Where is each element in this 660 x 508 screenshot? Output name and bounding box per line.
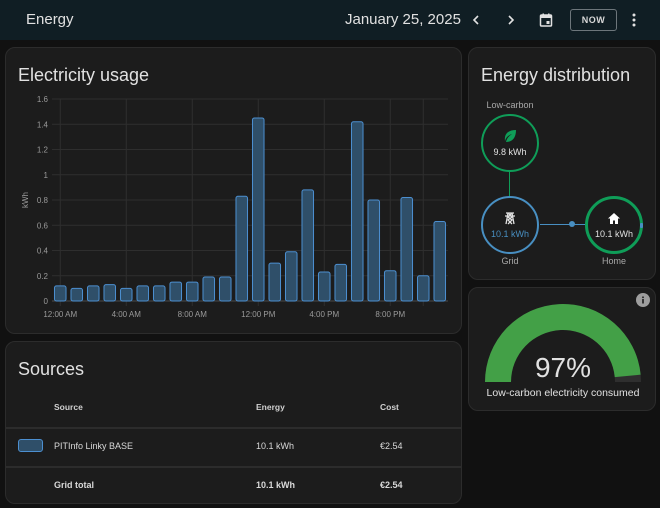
sources-card: Sources Source Energy Cost PITInfo Linky… <box>5 341 462 504</box>
column-header-energy: Energy <box>256 402 285 412</box>
grid-label: Grid <box>501 256 519 266</box>
home-icon <box>608 212 620 224</box>
usage-bar <box>433 220 447 302</box>
column-header-cost: Cost <box>380 402 399 412</box>
usage-bar <box>218 276 232 302</box>
x-tick-label: 4:00 AM <box>112 310 142 319</box>
transmission-tower-icon <box>505 212 515 225</box>
leaf-icon <box>504 130 516 142</box>
source-energy: 10.1 kWh <box>256 441 295 451</box>
table-row: PITInfo Linky BASE 10.1 kWh €2.54 <box>6 439 461 455</box>
low-carbon-to-grid-line <box>509 172 510 196</box>
gauge-caption: Low-carbon electricity consumed <box>486 387 640 399</box>
page-title: Energy <box>26 11 74 28</box>
usage-bar <box>416 275 430 302</box>
top-app-bar: Energy January 25, 2025 NOW <box>0 0 660 40</box>
sources-table-header: Source Energy Cost <box>6 402 461 416</box>
grid-node[interactable]: 10.1 kWh <box>481 196 539 254</box>
electricity-usage-title: Electricity usage <box>18 65 150 85</box>
x-tick-label: 4:00 PM <box>309 310 339 319</box>
calendar-button[interactable] <box>536 10 556 30</box>
table-divider <box>6 466 461 468</box>
low-carbon-node[interactable]: 9.8 kWh <box>481 114 539 172</box>
home-node[interactable]: 10.1 kWh <box>585 196 643 254</box>
usage-bar <box>185 281 199 302</box>
home-grid-share-arc <box>640 223 643 228</box>
y-tick-label: 0 <box>44 297 49 306</box>
x-tick-label: 12:00 AM <box>43 310 77 319</box>
y-tick-label: 1 <box>44 171 49 180</box>
y-tick-label: 0.2 <box>37 272 49 281</box>
y-tick-label: 1.2 <box>37 146 49 155</box>
y-axis-title: kWh <box>21 192 30 208</box>
usage-bar <box>367 199 381 302</box>
y-tick-label: 0.8 <box>37 196 49 205</box>
source-color-swatch[interactable] <box>18 439 43 452</box>
now-button[interactable]: NOW <box>570 9 617 31</box>
x-tick-label: 8:00 AM <box>178 310 208 319</box>
chevron-right-icon <box>508 15 515 25</box>
column-header-source: Source <box>54 402 83 412</box>
usage-bar <box>301 189 315 302</box>
table-total-row: Grid total 10.1 kWh €2.54 <box>6 480 461 494</box>
usage-bar <box>152 285 166 302</box>
x-tick-label: 8:00 PM <box>375 310 405 319</box>
usage-bar <box>53 285 67 302</box>
usage-bar <box>119 287 133 302</box>
calendar-icon <box>539 13 553 27</box>
usage-bar <box>103 284 117 302</box>
total-label: Grid total <box>54 480 94 490</box>
usage-bar <box>400 196 414 302</box>
usage-bar <box>136 285 150 302</box>
chevron-left-icon <box>472 15 479 25</box>
y-tick-label: 1.4 <box>37 120 49 129</box>
energy-distribution-card: Energy distribution Low-carbon 9.8 kWh 1… <box>468 47 656 280</box>
total-energy: 10.1 kWh <box>256 480 296 490</box>
source-cost: €2.54 <box>380 441 403 451</box>
sources-title: Sources <box>18 359 85 379</box>
flow-dot <box>569 221 575 227</box>
usage-bar <box>202 276 216 302</box>
usage-bar <box>334 263 348 302</box>
usage-bar <box>235 195 249 302</box>
usage-bar <box>383 270 397 302</box>
usage-bar <box>350 121 364 302</box>
usage-bar <box>70 287 84 302</box>
more-options-button[interactable] <box>624 10 644 30</box>
x-tick-label: 12:00 PM <box>241 310 276 319</box>
more-vert-icon <box>632 13 636 27</box>
next-day-button[interactable] <box>501 10 521 30</box>
previous-day-button[interactable] <box>466 10 486 30</box>
home-value: 10.1 kWh <box>594 228 634 239</box>
grid-to-home-line <box>540 224 586 225</box>
usage-bar <box>317 271 331 302</box>
energy-distribution-title: Energy distribution <box>481 65 631 85</box>
usage-bar <box>251 117 265 302</box>
usage-bar <box>86 285 100 302</box>
usage-bar-chart: 0 0.2 0.4 0.6 0.8 1 1.2 1.4 1.6 kWh 12:00 AM 4:00 A… <box>21 95 448 319</box>
low-carbon-gauge-card: 97% Low-carbon electricity consumed <box>468 287 656 411</box>
gauge-value: 97% <box>534 352 592 383</box>
table-divider <box>6 427 461 429</box>
y-tick-label: 0.4 <box>37 247 49 256</box>
y-tick-label: 1.6 <box>37 95 49 104</box>
source-name: PITInfo Linky BASE <box>54 441 134 451</box>
low-carbon-label: Low-carbon <box>486 100 534 110</box>
total-cost: €2.54 <box>380 480 403 490</box>
grid-value: 10.1 kWh <box>490 229 530 239</box>
usage-bar <box>284 251 298 302</box>
usage-bar <box>268 262 282 302</box>
usage-bar <box>169 281 183 302</box>
current-date: January 25, 2025 <box>345 11 461 28</box>
low-carbon-value: 9.8 kWh <box>493 147 527 157</box>
y-tick-label: 0.6 <box>37 221 49 230</box>
home-label: Home <box>601 256 626 266</box>
